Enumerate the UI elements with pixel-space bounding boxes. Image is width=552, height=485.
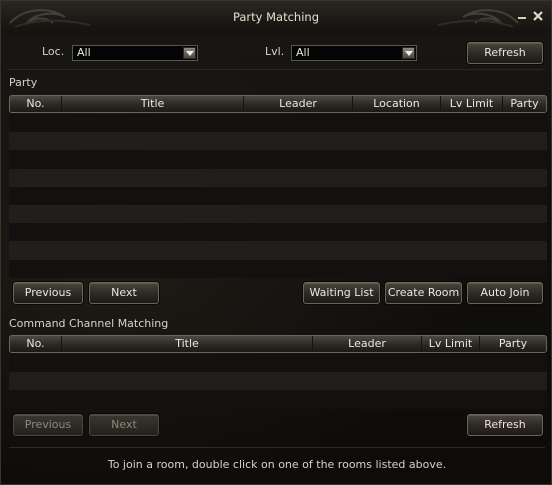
command-channel-table-header: No. Title Leader Lv Limit Party: [9, 335, 547, 353]
column-no[interactable]: No.: [10, 96, 62, 112]
column-location[interactable]: Location: [353, 96, 441, 112]
empty-row: [9, 372, 547, 391]
empty-row: [9, 186, 547, 205]
close-icon[interactable]: [531, 9, 545, 23]
command-channel-refresh-button[interactable]: Refresh: [467, 414, 543, 436]
column-lv-limit[interactable]: Lv Limit: [441, 96, 503, 112]
party-previous-button[interactable]: Previous: [13, 282, 83, 304]
empty-row: [9, 390, 547, 409]
refresh-button[interactable]: Refresh: [467, 42, 543, 64]
party-section-label: Party: [9, 76, 38, 89]
filter-divider: [7, 69, 545, 70]
title-bar[interactable]: Party Matching: [1, 1, 551, 33]
column-leader[interactable]: Leader: [313, 336, 422, 352]
minimize-icon[interactable]: [515, 9, 529, 23]
create-room-button[interactable]: Create Room: [385, 282, 462, 304]
location-label: Loc.: [42, 45, 65, 58]
column-party[interactable]: Party: [503, 96, 546, 112]
column-title[interactable]: Title: [62, 96, 244, 112]
party-table-header: No. Title Leader Location Lv Limit Party: [9, 95, 547, 113]
level-label: Lvl.: [265, 45, 285, 58]
empty-row: [9, 241, 547, 260]
level-select-value: All: [296, 46, 310, 59]
party-list[interactable]: [9, 114, 547, 278]
empty-row: [9, 114, 547, 133]
chevron-down-icon[interactable]: [183, 47, 196, 59]
party-next-button[interactable]: Next: [89, 282, 159, 304]
column-no[interactable]: No.: [10, 336, 62, 352]
empty-row: [9, 204, 547, 224]
footer-hint: To join a room, double click on one of t…: [107, 458, 447, 471]
empty-row: [9, 354, 547, 373]
location-select-value: All: [77, 46, 91, 59]
command-channel-previous-button[interactable]: Previous: [13, 414, 83, 436]
waiting-list-button[interactable]: Waiting List: [303, 282, 380, 304]
column-title[interactable]: Title: [62, 336, 313, 352]
column-leader[interactable]: Leader: [244, 96, 353, 112]
command-channel-section-label: Command Channel Matching: [9, 317, 169, 330]
location-select[interactable]: All: [72, 45, 198, 61]
empty-row: [9, 168, 547, 187]
empty-row: [9, 150, 547, 169]
chevron-down-icon[interactable]: [402, 47, 415, 59]
column-lv-limit[interactable]: Lv Limit: [422, 336, 480, 352]
auto-join-button[interactable]: Auto Join: [467, 282, 543, 304]
command-channel-next-button[interactable]: Next: [89, 414, 159, 436]
empty-row: [9, 259, 547, 278]
level-select[interactable]: All: [291, 45, 417, 61]
empty-row: [9, 223, 547, 242]
footer: To join a room, double click on one of t…: [9, 447, 545, 481]
command-channel-list[interactable]: [9, 354, 547, 409]
empty-row: [9, 132, 547, 151]
party-matching-window: Party Matching Loc. All Lvl. All Refresh…: [0, 0, 552, 485]
column-party[interactable]: Party: [480, 336, 546, 352]
window-title: Party Matching: [232, 10, 320, 24]
